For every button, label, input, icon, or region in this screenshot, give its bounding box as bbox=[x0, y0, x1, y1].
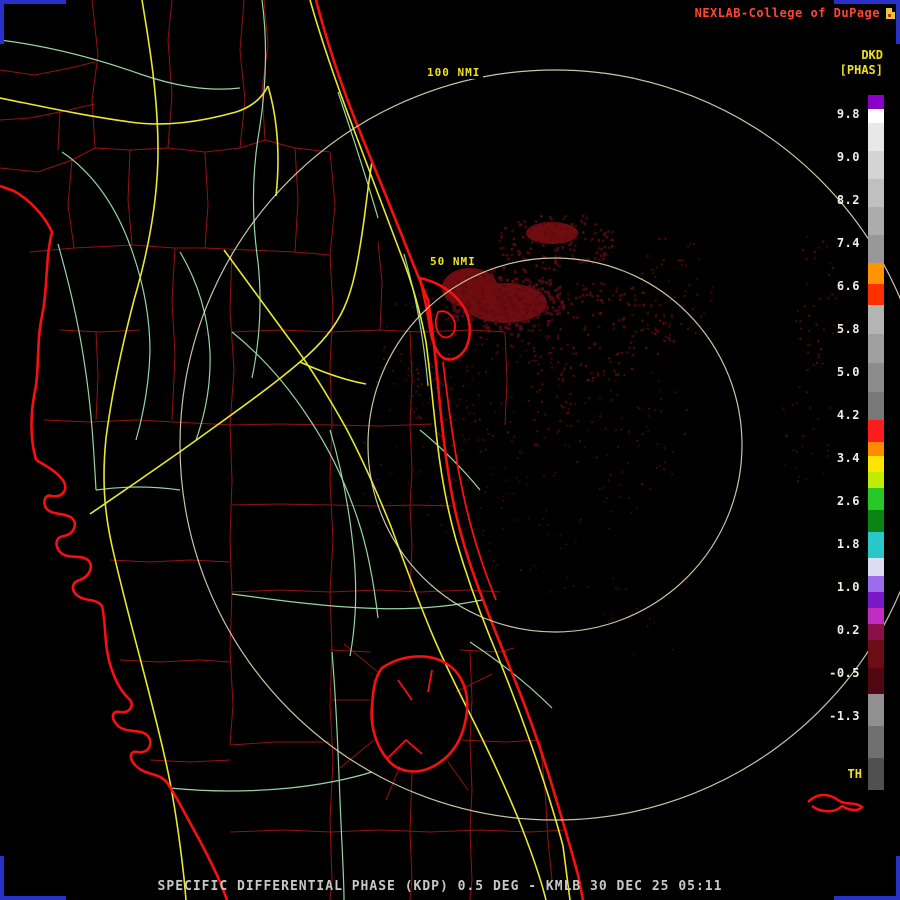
corner-mark-bottom-right bbox=[896, 856, 900, 900]
colorbar-tick-label: 3.4 bbox=[836, 451, 860, 465]
range-rings bbox=[179, 69, 900, 821]
corner-mark-top-left bbox=[0, 0, 4, 44]
colorbar-tick-label: 6.6 bbox=[836, 279, 860, 293]
florida-radar-map bbox=[0, 0, 900, 900]
colorbar-tick-label: 7.4 bbox=[836, 236, 860, 250]
colorbar-segment bbox=[868, 558, 884, 576]
radar-display: 100 NMI 50 NMI NEXLAB-College of DuPage … bbox=[0, 0, 900, 900]
radar-echo-layer bbox=[329, 214, 837, 656]
colorbar-segment bbox=[868, 305, 884, 334]
ring-label-50nmi: 50 NMI bbox=[427, 255, 479, 268]
colorbar-tick-label: 9.8 bbox=[836, 107, 860, 121]
coastline bbox=[0, 0, 864, 900]
colorbar-segment bbox=[868, 510, 884, 532]
colorbar-tick-label: 1.0 bbox=[836, 580, 860, 594]
colorbar-segment bbox=[868, 420, 884, 442]
county-lines bbox=[0, 0, 567, 900]
product-label: DKD bbox=[861, 48, 883, 62]
colorbar-segment bbox=[868, 726, 884, 758]
corner-mark-bottom-right bbox=[834, 896, 900, 900]
colorbar-tick-label: 9.0 bbox=[836, 150, 860, 164]
colorbar-segment bbox=[868, 263, 884, 284]
colorbar-segment bbox=[868, 456, 884, 472]
colorbar-segment bbox=[868, 123, 884, 151]
colorbar-tick-label: 1.8 bbox=[836, 537, 860, 551]
colorbar-segment bbox=[868, 576, 884, 592]
colorbar-segment bbox=[868, 592, 884, 608]
colorbar-tick-label: -1.3 bbox=[829, 709, 860, 723]
colorbar-segment bbox=[868, 640, 884, 668]
colorbar-segment bbox=[868, 532, 884, 558]
footer-caption: SPECIFIC DIFFERENTIAL PHASE (KDP) 0.5 DE… bbox=[157, 879, 723, 894]
colorbar-tick-label: 4.2 bbox=[836, 408, 860, 422]
colorbar-tick-label: 5.0 bbox=[836, 365, 860, 379]
colorbar-segment bbox=[868, 608, 884, 624]
site-title: NEXLAB-College of DuPage bbox=[694, 6, 880, 20]
colorbar-segment bbox=[868, 95, 884, 109]
tampa-bay bbox=[35, 458, 129, 699]
lake-okeechobee bbox=[370, 655, 469, 773]
colorbar-segment bbox=[868, 488, 884, 510]
colorbar-tick-label: 8.2 bbox=[836, 193, 860, 207]
colorbar-segment bbox=[868, 624, 884, 640]
corner-mark-bottom-left bbox=[0, 896, 66, 900]
colorbar-tick-label: 2.6 bbox=[836, 494, 860, 508]
colorbar-segment bbox=[868, 284, 884, 305]
corner-mark-top-right bbox=[896, 0, 900, 44]
range-ring-100nmi bbox=[179, 69, 900, 821]
colorbar-segment bbox=[868, 442, 884, 456]
colorbar bbox=[868, 95, 884, 790]
colorbar-segment bbox=[868, 472, 884, 488]
colorbar-segment bbox=[868, 334, 884, 363]
southeast-coast-fragment bbox=[807, 793, 864, 813]
corner-mark-top-right bbox=[834, 0, 900, 4]
colorbar-tick-label: 5.8 bbox=[836, 322, 860, 336]
ring-label-100nmi: 100 NMI bbox=[424, 66, 484, 79]
colorbar-segment bbox=[868, 668, 884, 694]
colorbar-segment bbox=[868, 392, 884, 420]
colorbar-tick-label: -0.5 bbox=[829, 666, 860, 680]
colorbar-segment bbox=[868, 235, 884, 263]
corner-mark-bottom-left bbox=[0, 856, 4, 900]
units-label: [PHAS] bbox=[839, 63, 883, 77]
colorbar-tick-label: 0.2 bbox=[836, 623, 860, 637]
threshold-label: TH bbox=[847, 767, 862, 781]
colorbar-segment bbox=[868, 179, 884, 207]
colorbar-segment bbox=[868, 694, 884, 726]
colorbar-segment bbox=[868, 207, 884, 235]
colorbar-segment bbox=[868, 363, 884, 392]
range-ring-50nmi bbox=[367, 257, 743, 633]
colorbar-segment bbox=[868, 151, 884, 179]
minor-roads bbox=[0, 0, 553, 900]
colorbar-segment bbox=[868, 758, 884, 790]
corner-mark-top-left bbox=[0, 0, 66, 4]
colorbar-segment bbox=[868, 109, 884, 123]
major-roads bbox=[0, 0, 571, 900]
charlotte-harbor bbox=[111, 696, 229, 900]
